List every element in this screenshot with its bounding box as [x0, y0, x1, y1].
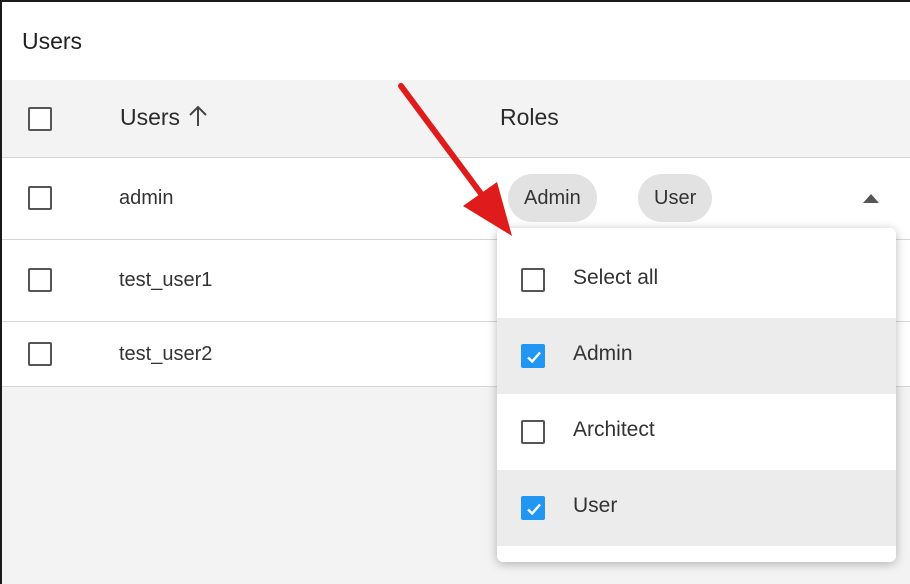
red-arrow-annotation [398, 83, 512, 236]
